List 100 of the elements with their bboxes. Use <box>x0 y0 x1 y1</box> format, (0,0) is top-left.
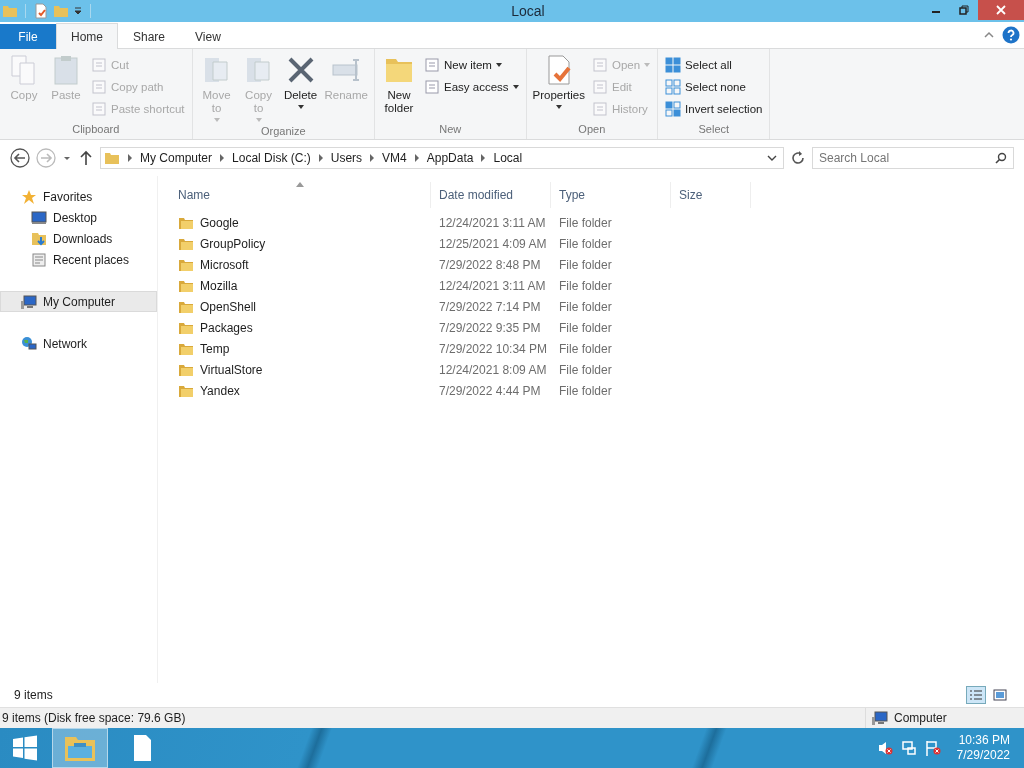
refresh-icon[interactable] <box>790 150 806 166</box>
file-name[interactable]: VirtualStore <box>200 362 263 377</box>
nav-item[interactable]: Network <box>0 333 157 354</box>
document-icon <box>91 78 107 95</box>
flag-icon[interactable] <box>924 740 941 756</box>
muted-speaker-icon[interactable] <box>876 740 893 756</box>
document-icon <box>424 78 440 95</box>
type-cell-text: File folder <box>558 278 613 293</box>
properties-icon[interactable] <box>33 3 49 19</box>
type-cell-text: File folder <box>558 362 613 377</box>
nav-item[interactable]: My Computer <box>0 291 157 312</box>
computer-icon <box>872 710 888 726</box>
ribbon-tab[interactable]: View <box>180 24 236 49</box>
network-icon[interactable] <box>900 740 917 756</box>
breadcrumb[interactable]: Local Disk (C:) <box>232 151 311 165</box>
caret-icon <box>495 62 502 67</box>
ribbon-button[interactable]: New item <box>421 54 522 75</box>
document-icon <box>91 56 107 73</box>
type-cell-text: File folder <box>558 215 613 230</box>
type-cell-text: File folder <box>558 341 613 356</box>
document-icon <box>591 100 608 117</box>
up-arrow-icon[interactable] <box>80 150 92 166</box>
ribbon-tab[interactable]: File <box>0 24 56 49</box>
collapse-ribbon-icon[interactable] <box>984 30 994 40</box>
breadcrumb[interactable]: My Computer <box>140 151 213 165</box>
status-location: Computer <box>894 711 947 725</box>
column-header[interactable]: Size <box>671 182 751 208</box>
column-header[interactable]: Date modified <box>431 182 551 208</box>
star-icon <box>21 188 37 205</box>
ribbon-button[interactable]: Easy access <box>421 76 522 97</box>
breadcrumb[interactable]: VM4 <box>382 151 407 165</box>
ribbon-tab[interactable]: Share <box>118 24 181 49</box>
window-title: Local <box>510 3 546 19</box>
close-icon <box>996 5 1006 15</box>
downloads-folder-icon <box>31 230 47 247</box>
file-name[interactable]: Google <box>200 215 239 230</box>
chevron-icon[interactable] <box>369 154 376 162</box>
type-cell-text: File folder <box>558 299 613 314</box>
nav-item[interactable]: Favorites <box>0 186 157 207</box>
breadcrumb[interactable]: Users <box>330 151 363 165</box>
column-header[interactable]: Type <box>551 182 671 208</box>
caret-icon <box>297 105 304 109</box>
breadcrumb[interactable]: Local <box>493 151 523 165</box>
chevron-icon[interactable] <box>127 154 133 162</box>
ribbon-button[interactable]: Delete <box>280 51 321 125</box>
date-cell-text: 12/25/2021 4:09 AM <box>438 236 548 251</box>
chevron-icon[interactable] <box>480 154 487 162</box>
chevron-icon[interactable] <box>219 154 226 162</box>
ribbon-button[interactable]: Select none <box>662 76 766 97</box>
ribbon-button[interactable]: Properties <box>530 51 587 123</box>
nav-item[interactable]: Downloads <box>0 228 157 249</box>
type-cell-text: File folder <box>558 257 613 272</box>
folder-icon <box>64 734 96 762</box>
ribbon-button[interactable]: New folder <box>379 51 419 123</box>
date-cell-text: 7/29/2022 4:44 PM <box>438 383 542 398</box>
status-text: 9 items (Disk free space: 79.6 GB) <box>2 711 186 725</box>
date-cell-text: 7/29/2022 10:34 PM <box>438 341 549 356</box>
globe-icon <box>21 335 37 352</box>
caret-icon <box>644 62 651 67</box>
file-name[interactable]: Microsoft <box>200 257 249 272</box>
file-name[interactable]: Packages <box>200 320 253 335</box>
ribbon-tab[interactable]: Home <box>56 23 118 49</box>
file-name[interactable]: Temp <box>200 341 230 356</box>
type-cell-text: File folder <box>558 236 613 251</box>
nav-item[interactable]: Desktop <box>0 207 157 228</box>
file-name[interactable]: GroupPolicy <box>200 236 266 251</box>
back-icon[interactable] <box>10 148 30 168</box>
breadcrumb[interactable]: AppData <box>426 151 474 165</box>
ribbon-button[interactable]: Invert selection <box>662 98 766 119</box>
large-icons-view-icon[interactable] <box>990 686 1010 704</box>
date-cell-text: 7/29/2022 8:48 PM <box>438 257 542 272</box>
help-icon[interactable] <box>1002 26 1020 44</box>
item-count: 9 items <box>14 688 53 702</box>
caret-icon <box>213 118 220 122</box>
type-cell-text: File folder <box>558 383 613 398</box>
date-cell-text: 12/24/2021 3:11 AM <box>438 215 547 230</box>
desktop-icon <box>31 209 47 226</box>
file-name[interactable]: Yandex <box>200 383 240 398</box>
nav-item[interactable]: Recent places <box>0 249 157 270</box>
folder-icon <box>104 150 120 166</box>
file-name[interactable]: Mozilla <box>200 278 238 293</box>
chevron-icon[interactable] <box>413 154 420 162</box>
search-field[interactable]: Search Local <box>812 147 1014 169</box>
document-icon <box>591 78 608 95</box>
restore-icon <box>959 5 969 15</box>
customize-caret-icon[interactable] <box>73 6 83 16</box>
document-icon <box>91 100 107 117</box>
close-button[interactable] <box>978 0 1024 20</box>
details-view-icon[interactable] <box>966 686 986 704</box>
start-button[interactable] <box>12 735 38 761</box>
caret-icon <box>555 105 562 109</box>
document-icon <box>591 56 608 73</box>
address-bar[interactable]: My Computer Local Disk (C:) Users VM4 AppData Local <box>100 147 784 169</box>
dropdown-caret-icon[interactable] <box>767 153 777 163</box>
chevron-icon[interactable] <box>317 154 324 162</box>
ribbon-button[interactable]: Select all <box>662 54 766 75</box>
search-icon[interactable] <box>995 152 1007 164</box>
group-label: Select <box>697 123 731 137</box>
document-icon <box>424 56 440 73</box>
file-name[interactable]: OpenShell <box>200 299 257 314</box>
